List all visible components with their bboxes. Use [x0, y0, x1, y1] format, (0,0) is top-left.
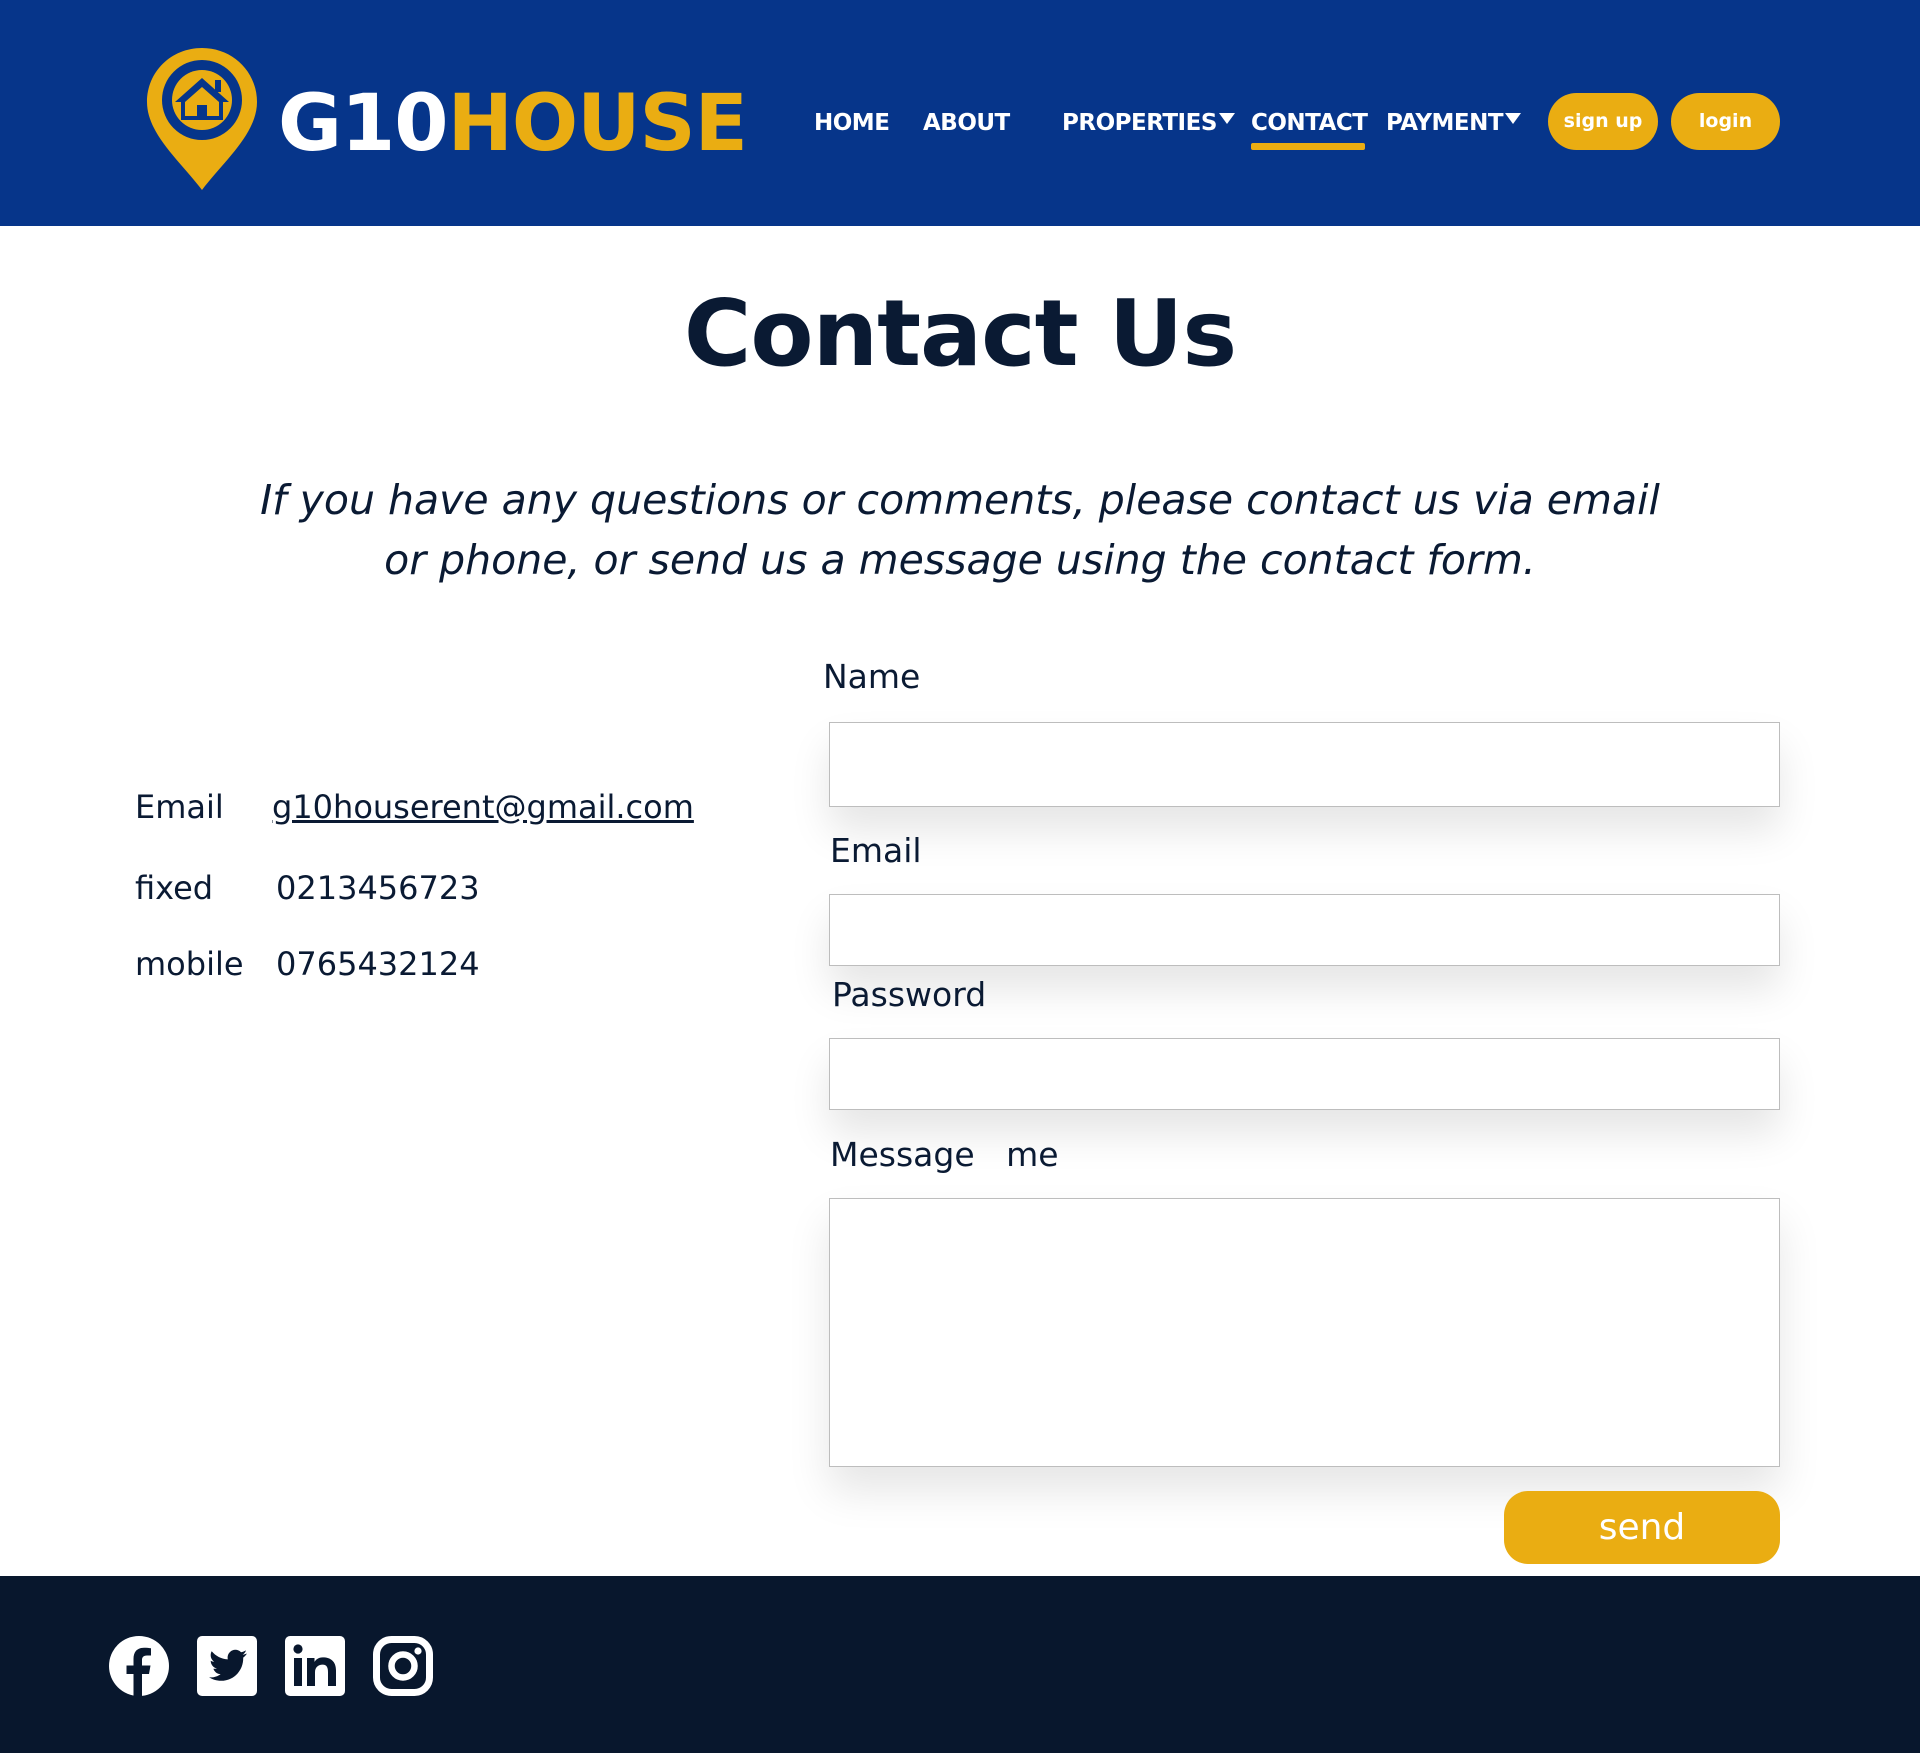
linkedin-icon[interactable] [285, 1636, 345, 1696]
nav-home[interactable]: HOME [814, 106, 890, 140]
name-field[interactable] [829, 722, 1780, 807]
signup-button[interactable]: sign up [1548, 93, 1658, 150]
brand-part-1: G10 [278, 79, 449, 169]
twitter-icon[interactable] [197, 1636, 257, 1696]
name-label: Name [823, 657, 921, 696]
instagram-icon[interactable] [373, 1636, 433, 1696]
nav-properties-label: PROPERTIES [1062, 110, 1217, 136]
email-label: Email [830, 831, 922, 870]
nav-payment[interactable]: PAYMENT [1386, 106, 1522, 140]
password-label: Password [832, 975, 987, 1014]
contact-mobile-value: 0765432124 [276, 945, 480, 983]
location-pin-logo-icon[interactable] [141, 44, 263, 194]
password-field[interactable] [829, 1038, 1780, 1110]
nav-contact[interactable]: CONTACT [1251, 106, 1368, 140]
facebook-icon[interactable] [109, 1636, 169, 1696]
login-button[interactable]: login [1671, 93, 1780, 150]
caret-down-icon [1218, 113, 1235, 124]
message-label: Message me [830, 1135, 1059, 1174]
caret-down-icon [1505, 113, 1522, 124]
contact-fixed-value: 0213456723 [276, 869, 480, 907]
contact-mobile-label: mobile [135, 945, 244, 983]
contact-fixed-label: fixed [135, 869, 214, 907]
message-textarea[interactable] [829, 1198, 1780, 1467]
nav-about[interactable]: ABOUT [923, 106, 1010, 140]
intro-line-2: or phone, or send us a message using the… [384, 536, 1536, 584]
intro-text: If you have any questions or comments, p… [220, 470, 1700, 590]
contact-email-label: Email [135, 788, 224, 826]
page-title: Contact Us [683, 280, 1237, 387]
brand-part-2: HOUSE [447, 79, 748, 169]
nav-payment-label: PAYMENT [1386, 110, 1504, 136]
active-nav-indicator [1251, 143, 1365, 150]
intro-line-1: If you have any questions or comments, p… [260, 476, 1660, 524]
site-header: G10HOUSE HOME ABOUT PROPERTIES CONTACT P… [0, 0, 1920, 226]
brand-logo-text[interactable]: G10HOUSE [278, 76, 748, 172]
send-button[interactable]: send [1504, 1491, 1780, 1564]
email-field[interactable] [829, 894, 1780, 966]
contact-email-link[interactable]: g10houserent@gmail.com [272, 785, 694, 829]
nav-properties[interactable]: PROPERTIES [1062, 106, 1235, 140]
